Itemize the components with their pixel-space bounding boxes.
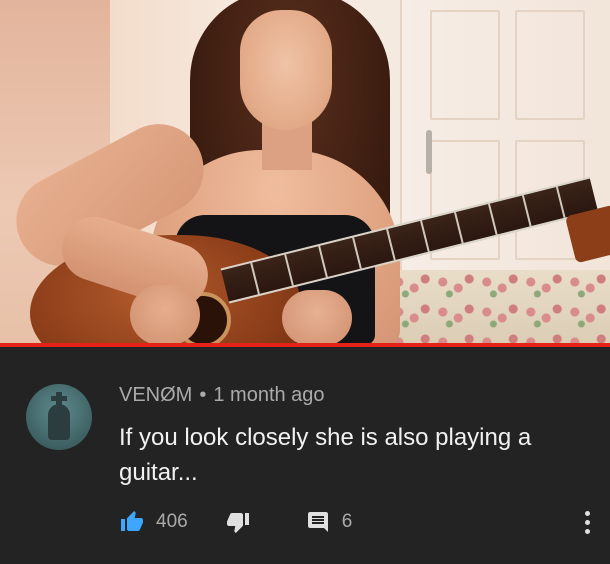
guitar-fret (521, 194, 532, 227)
like-count: 406 (156, 511, 188, 532)
video-door-panel (430, 10, 500, 120)
guitar-fret (555, 186, 566, 219)
avatar-cross-shape (51, 396, 67, 401)
video-bedspread (390, 270, 610, 345)
avatar[interactable] (26, 384, 92, 450)
more-vert-icon-dot (584, 519, 590, 525)
guitar-fret (284, 254, 294, 286)
video-thumbnail[interactable] (0, 0, 610, 345)
video-fretting-hand (282, 290, 352, 345)
guitar-fret (318, 245, 328, 278)
comment-actions: 406 6 (119, 508, 352, 536)
meta-separator: • (199, 384, 207, 406)
more-options-button[interactable] (580, 508, 594, 536)
guitar-fret (250, 262, 260, 295)
avatar-figure (48, 404, 70, 440)
thumbs-down-icon (226, 513, 249, 533)
video-face (240, 10, 332, 130)
comment-author[interactable]: VENØM (119, 384, 192, 406)
guitar-fret (420, 220, 430, 252)
comment-item: VENØM • 1 month ago If you look closely sh… (0, 352, 610, 564)
reply-count: 6 (341, 511, 353, 532)
guitar-fret (454, 211, 464, 244)
like-button[interactable]: 406 (119, 510, 188, 534)
thumbs-up-icon (121, 511, 143, 531)
video-progress-bar[interactable] (0, 343, 610, 347)
comment-meta: VENØM • 1 month ago (119, 384, 325, 407)
more-vert-icon-dot (584, 528, 590, 534)
comment-icon (307, 512, 328, 532)
guitar-fret (352, 237, 362, 269)
video-door-handle (426, 130, 432, 174)
video-progress-fill (0, 343, 610, 347)
reply-button[interactable]: 6 (306, 510, 353, 534)
comment-timestamp: 1 month ago (213, 384, 325, 406)
video-strumming-hand (130, 285, 200, 345)
guitar-fret (487, 203, 498, 235)
app-screen: VENØM • 1 month ago If you look closely sh… (0, 0, 610, 564)
dislike-button[interactable] (226, 510, 250, 534)
comment-text: If you look closely she is also playing … (119, 424, 532, 486)
more-vert-icon (584, 510, 590, 516)
video-door-panel (515, 10, 585, 120)
guitar-fret (386, 228, 396, 261)
